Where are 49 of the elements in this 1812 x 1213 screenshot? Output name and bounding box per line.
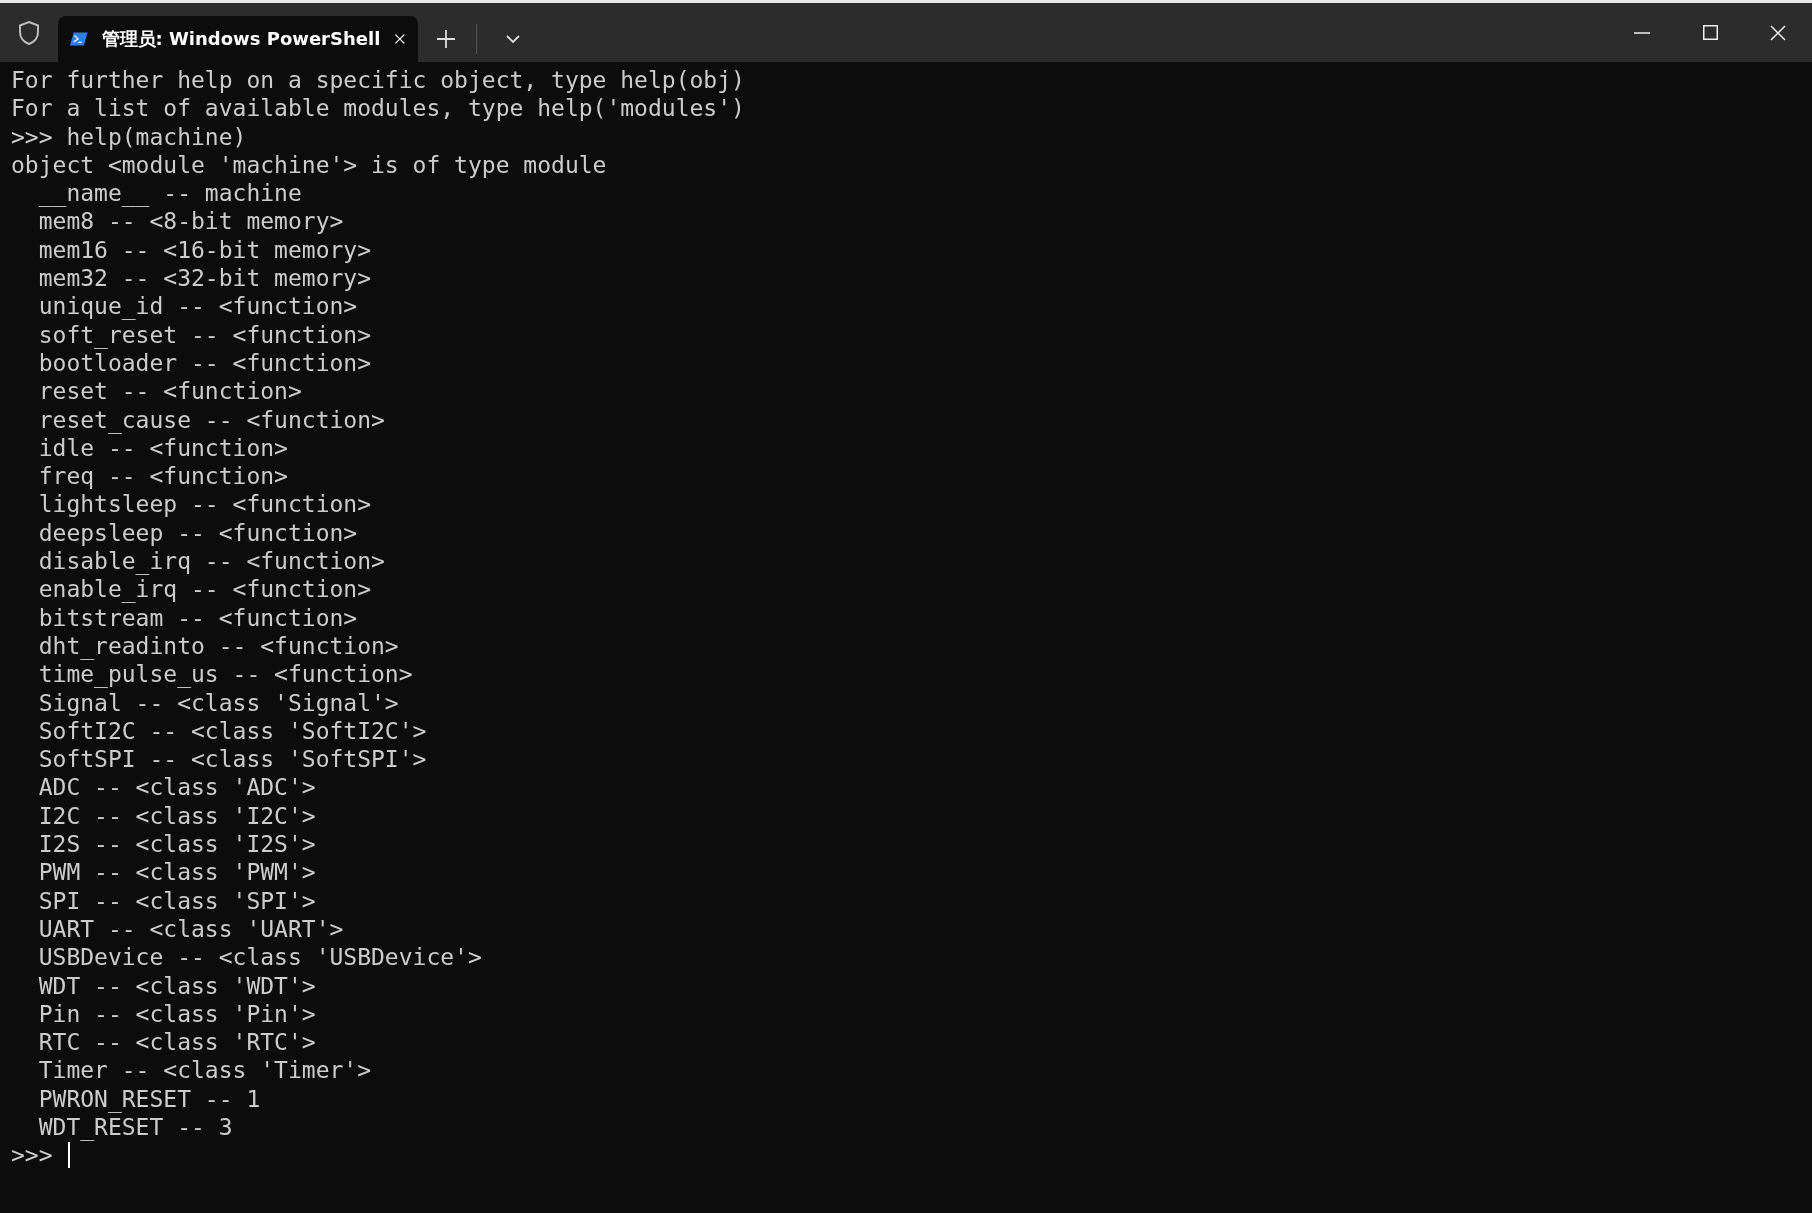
terminal-line: mem16 -- <16-bit memory>: [37, 235, 372, 265]
close-icon: [1770, 24, 1786, 41]
tab[interactable]: 管理员: Windows PowerShell: [58, 16, 418, 62]
terminal-line: time_pulse_us -- <function>: [37, 660, 413, 689]
plus-icon: [436, 29, 456, 49]
terminal-line: reset -- <function>: [37, 377, 302, 406]
minimize-icon: [1634, 31, 1650, 34]
terminal-line: SPI -- <class 'SPI'>: [37, 886, 316, 915]
terminal-line: mem32 -- <32-bit memory>: [37, 264, 372, 293]
terminal-line: reset_cause -- <function>: [37, 405, 385, 434]
terminal-line: RTC -- <class 'RTC'>: [37, 1028, 316, 1057]
terminal-line: deepsleep -- <function>: [37, 518, 358, 548]
terminal-line: PWRON_RESET -- 1: [37, 1084, 261, 1113]
terminal-line: UART -- <class 'UART'>: [37, 914, 344, 944]
terminal-line: idle -- <function>: [37, 434, 288, 463]
terminal-line: Signal -- <class 'Signal'>: [37, 688, 399, 717]
terminal-line: For further help on a specific object, type help(obj): [11, 66, 745, 95]
terminal-line: Timer -- <class 'Timer'>: [37, 1056, 372, 1085]
terminal-line: SoftSPI -- <class 'SoftSPI'>: [37, 745, 427, 774]
terminal-line: I2S -- <class 'I2S'>: [37, 830, 316, 859]
terminal-line: dht_readinto -- <function>: [37, 631, 399, 661]
terminal-line: I2C -- <class 'I2C'>: [37, 801, 316, 830]
terminal-line: USBDevice -- <class 'USBDevice'>: [37, 943, 482, 972]
terminal-line: disable_irq -- <function>: [37, 547, 385, 576]
terminal-line: bootloader -- <function>: [37, 349, 372, 378]
terminal-line: lightsleep -- <function>: [37, 490, 372, 519]
prompt: >>>: [11, 1141, 54, 1170]
terminal-line: mem8 -- <8-bit memory>: [37, 207, 344, 236]
terminal-line: ADC -- <class 'ADC'>: [37, 773, 316, 802]
terminal-line: freq -- <function>: [37, 462, 288, 491]
terminal-line: For a list of available modules, type help('modules'): [11, 94, 745, 123]
terminal-line: soft_reset -- <function>: [37, 320, 372, 349]
terminal-line: object <module 'machine'> is of type module: [11, 150, 607, 180]
maximize-icon: [1702, 25, 1718, 40]
terminal-line: >>> help(machine): [11, 122, 247, 151]
terminal-line: enable_irq -- <function>: [37, 575, 372, 604]
terminal-line: Pin -- <class 'Pin'>: [37, 999, 316, 1029]
terminal-line: WDT -- <class 'WDT'>: [37, 971, 316, 1000]
terminal-line: PWM -- <class 'PWM'>: [37, 858, 316, 887]
powershell-icon: [70, 30, 88, 48]
terminal-line: WDT_RESET -- 3: [37, 1113, 233, 1142]
close-icon[interactable]: [394, 31, 406, 47]
shield-icon: [18, 20, 40, 45]
chevron-down-icon: [506, 35, 520, 43]
terminal-line: __name__ -- machine: [37, 179, 302, 208]
terminal-line: SoftI2C -- <class 'SoftI2C'>: [37, 716, 427, 746]
terminal-line: unique_id -- <function>: [37, 292, 358, 321]
terminal-line: bitstream -- <function>: [37, 603, 358, 632]
text-cursor: [68, 1142, 71, 1169]
